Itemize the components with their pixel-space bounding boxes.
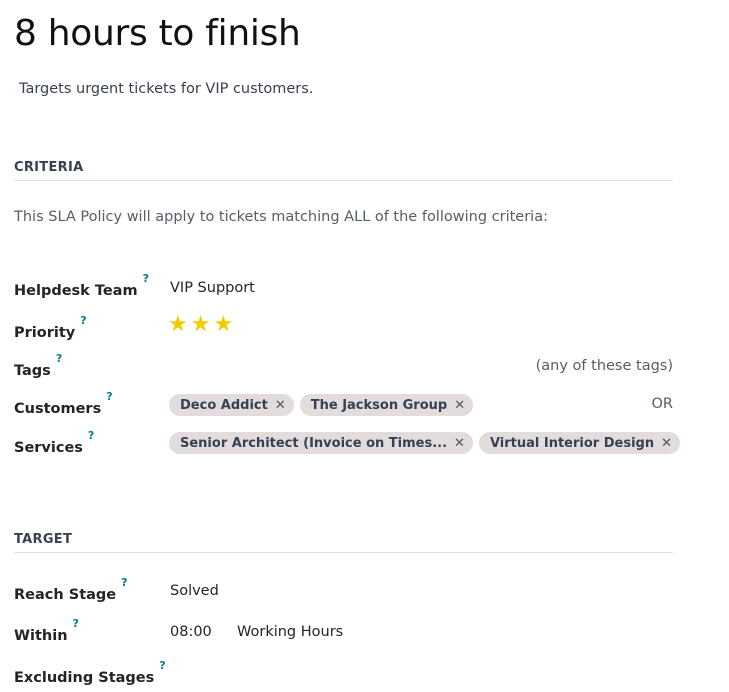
section-target-header: TARGET [14, 532, 673, 553]
help-tooltip-icon[interactable]: ? [106, 390, 112, 403]
helpdesk-team-field[interactable]: VIP Support [170, 278, 255, 298]
within-label-text: Within [14, 627, 68, 644]
reach-stage-label-text: Reach Stage [14, 586, 117, 603]
help-tooltip-icon[interactable]: ? [88, 429, 94, 442]
services-tags[interactable]: Senior Architect (Invoice on Times... ✕ V… [169, 432, 680, 454]
reach-stage-label: Reach Stage? [14, 576, 128, 605]
reach-stage-field[interactable]: Solved [170, 581, 219, 601]
criteria-intro: This SLA Policy will apply to tickets ma… [14, 209, 548, 225]
policy-description[interactable]: Targets urgent tickets for VIP customers… [19, 79, 313, 99]
tags-hint: (any of these tags) [535, 358, 673, 374]
star-icon[interactable]: ★ [191, 314, 211, 336]
services-label-text: Services [14, 439, 83, 456]
close-icon[interactable]: ✕ [275, 398, 286, 413]
help-tooltip-icon[interactable]: ? [80, 314, 86, 327]
helpdesk-team-label-text: Helpdesk Team [14, 282, 138, 299]
tags-label-text: Tags [14, 362, 51, 379]
help-tooltip-icon[interactable]: ? [56, 352, 62, 365]
star-icon[interactable]: ★ [213, 314, 233, 336]
priority-label-text: Priority [14, 324, 76, 341]
customer-tag[interactable]: Deco Addict ✕ [169, 394, 294, 416]
customer-tag[interactable]: The Jackson Group ✕ [299, 394, 474, 416]
within-label: Within? [14, 617, 79, 646]
excluding-stages-label-text: Excluding Stages [14, 669, 155, 686]
within-unit-label: Working Hours [237, 624, 344, 640]
priority-label: Priority? [14, 314, 87, 343]
helpdesk-team-label: Helpdesk Team? [14, 272, 149, 301]
customers-label: Customers? [14, 390, 113, 419]
help-tooltip-icon[interactable]: ? [159, 659, 165, 672]
close-icon[interactable]: ✕ [454, 436, 465, 451]
tags-label: Tags? [14, 352, 62, 381]
help-tooltip-icon[interactable]: ? [143, 272, 149, 285]
customers-hint: OR [651, 396, 674, 412]
within-time-field[interactable]: 08:00 [170, 622, 212, 642]
star-icon[interactable]: ★ [168, 314, 188, 336]
close-icon[interactable]: ✕ [661, 436, 672, 451]
page-title[interactable]: 8 hours to finish [14, 12, 301, 56]
priority-stars[interactable]: ★ ★ ★ [168, 314, 233, 336]
services-label: Services? [14, 429, 94, 458]
customer-tag-label: The Jackson Group [310, 397, 448, 413]
customers-tags[interactable]: Deco Addict ✕ The Jackson Group ✕ [169, 394, 474, 416]
close-icon[interactable]: ✕ [454, 398, 465, 413]
service-tag[interactable]: Virtual Interior Design ✕ [478, 432, 680, 454]
help-tooltip-icon[interactable]: ? [121, 576, 127, 589]
service-tag[interactable]: Senior Architect (Invoice on Times... ✕ [169, 432, 473, 454]
service-tag-label: Senior Architect (Invoice on Times... [180, 435, 448, 451]
service-tag-label: Virtual Interior Design [489, 435, 655, 451]
excluding-stages-label: Excluding Stages? [14, 659, 166, 688]
customer-tag-label: Deco Addict [180, 397, 268, 413]
help-tooltip-icon[interactable]: ? [73, 617, 79, 630]
customers-label-text: Customers [14, 400, 102, 417]
section-criteria-header: CRITERIA [14, 160, 673, 181]
